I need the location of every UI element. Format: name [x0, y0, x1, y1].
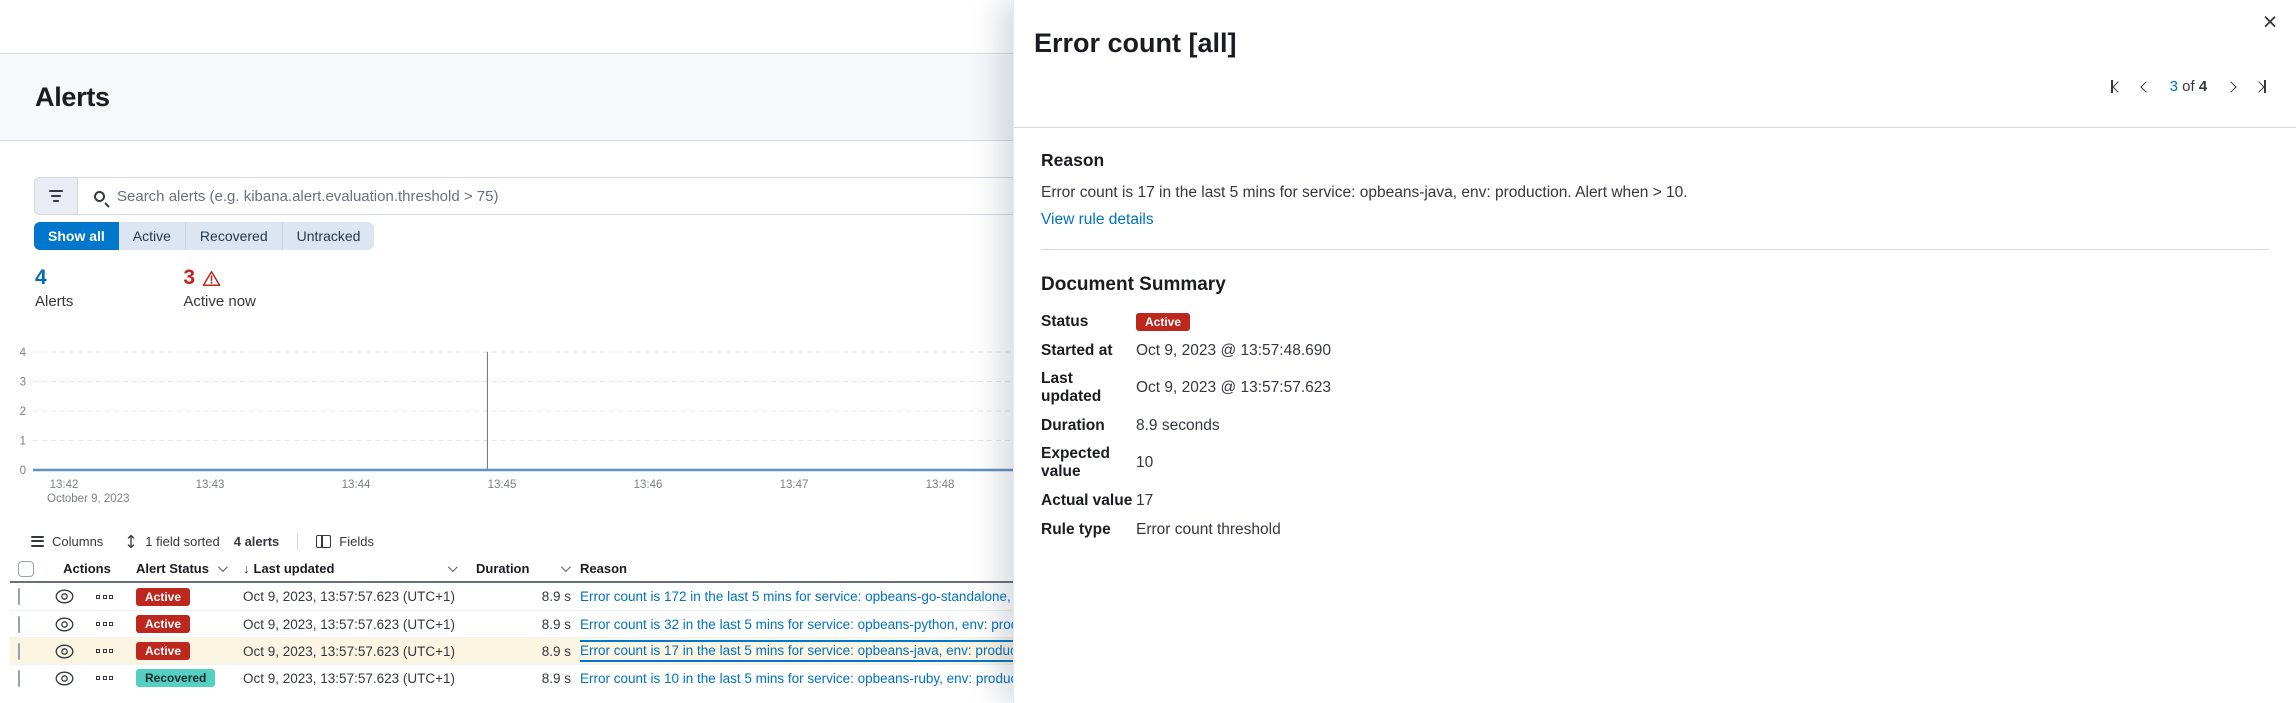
filter-active[interactable]: Active: [119, 222, 186, 250]
svg-text:13:45: 13:45: [488, 479, 517, 491]
svg-text:13:44: 13:44: [342, 479, 371, 491]
field-rule-type: Rule type Error count threshold: [1041, 520, 1331, 539]
search-icon: [94, 191, 105, 202]
last-updated-cell: Oct 9, 2023, 13:57:57.623 (UTC+1): [237, 671, 467, 686]
page-title: Alerts: [35, 82, 110, 113]
status-badge: Active: [1136, 313, 1190, 331]
chevron-down-icon: [448, 562, 458, 572]
warning-icon: [202, 270, 221, 287]
query-filter-button[interactable]: [34, 177, 77, 215]
toolbar-divider: [297, 533, 298, 550]
svg-text:1: 1: [20, 436, 26, 448]
view-alert-eye-icon[interactable]: [55, 589, 74, 604]
row-checkbox[interactable]: [18, 588, 20, 605]
document-summary-heading: Document Summary: [1041, 274, 1226, 296]
columns-icon: [31, 536, 44, 547]
svg-text:13:47: 13:47: [780, 479, 809, 491]
status-badge: Active: [136, 588, 190, 606]
stat-active-now: 3 Active now: [183, 266, 256, 310]
datagrid-toolbar: Columns 1 field sorted 4 alerts Fields: [31, 530, 374, 552]
row-checkbox[interactable]: [18, 670, 20, 687]
view-alert-eye-icon[interactable]: [55, 617, 74, 632]
svg-text:2: 2: [20, 406, 26, 418]
header-alert-status[interactable]: Alert Status: [128, 556, 237, 581]
sort-desc-icon: ↓: [243, 561, 250, 576]
section-divider: [1041, 249, 2269, 250]
field-last-updated: Last updated Oct 9, 2023 @ 13:57:57.623: [1041, 370, 1331, 406]
svg-text:October 9, 2023: October 9, 2023: [47, 493, 129, 505]
row-checkbox[interactable]: [18, 616, 20, 633]
columns-label: Columns: [52, 534, 103, 549]
select-all-checkbox[interactable]: [18, 561, 34, 577]
chevron-down-icon: [218, 562, 228, 572]
last-updated-cell: Oct 9, 2023, 13:57:57.623 (UTC+1): [237, 644, 467, 659]
svg-text:0: 0: [20, 465, 26, 477]
field-started-at: Started at Oct 9, 2023 @ 13:57:48.690: [1041, 341, 1331, 360]
fields-label: Fields: [339, 534, 374, 549]
svg-text:13:46: 13:46: [634, 479, 663, 491]
status-filter-group: Show all Active Recovered Untracked: [34, 222, 374, 250]
view-alert-eye-icon[interactable]: [55, 644, 74, 659]
close-icon[interactable]: ×: [2256, 8, 2284, 36]
field-duration: Duration 8.9 seconds: [1041, 416, 1331, 435]
svg-text:4: 4: [20, 347, 27, 359]
pagination-status: 3 of 4: [2170, 78, 2208, 95]
svg-text:3: 3: [20, 377, 26, 389]
field-expected-value: Expected value 10: [1041, 445, 1331, 481]
alert-stats: 4 Alerts 3 Active now: [35, 266, 256, 310]
stat-active-value: 3: [183, 266, 256, 290]
flyout-header-divider: [1014, 127, 2296, 128]
alert-count-label: 4 alerts: [234, 534, 280, 549]
duration-cell: 8.9 s: [467, 644, 580, 659]
status-badge: Active: [136, 642, 190, 660]
fields-button[interactable]: Fields: [316, 534, 374, 549]
sort-icon: [125, 534, 137, 549]
stat-alerts-value: 4: [35, 266, 73, 290]
svg-text:13:42: 13:42: [50, 479, 79, 491]
flyout-title: Error count [all]: [1034, 28, 1237, 59]
last-updated-cell: Oct 9, 2023, 13:57:57.623 (UTC+1): [237, 617, 467, 632]
field-actual-value: Actual value 17: [1041, 491, 1331, 510]
sort-fields-button[interactable]: 1 field sorted: [125, 534, 219, 549]
more-actions-icon[interactable]: [96, 595, 113, 599]
sorted-label: 1 field sorted: [145, 534, 219, 549]
header-duration[interactable]: Duration: [467, 556, 580, 581]
stat-alerts: 4 Alerts: [35, 266, 73, 310]
fields-icon: [316, 535, 331, 548]
more-actions-icon[interactable]: [96, 649, 113, 653]
more-actions-icon[interactable]: [96, 676, 113, 680]
previous-page-button[interactable]: [2142, 83, 2150, 91]
columns-button[interactable]: Columns: [31, 534, 103, 549]
first-page-button[interactable]: [2111, 80, 2122, 93]
status-badge: Active: [136, 615, 190, 633]
duration-cell: 8.9 s: [467, 589, 580, 604]
next-page-button[interactable]: [2227, 83, 2235, 91]
last-page-button[interactable]: [2255, 80, 2266, 93]
header-actions: Actions: [46, 556, 128, 581]
status-badge: Recovered: [136, 669, 215, 687]
filter-untracked[interactable]: Untracked: [283, 222, 375, 250]
duration-cell: 8.9 s: [467, 617, 580, 632]
more-actions-icon[interactable]: [96, 622, 113, 626]
filter-icon: [49, 190, 63, 202]
last-updated-cell: Oct 9, 2023, 13:57:57.623 (UTC+1): [237, 589, 467, 604]
svg-text:13:43: 13:43: [196, 479, 225, 491]
view-alert-eye-icon[interactable]: [55, 671, 74, 686]
stat-alerts-label: Alerts: [35, 293, 73, 310]
field-status: Status Active: [1041, 312, 1331, 331]
document-summary-fields: Status Active Started at Oct 9, 2023 @ 1…: [1041, 312, 1331, 549]
chevron-down-icon: [561, 562, 571, 572]
reason-heading: Reason: [1041, 150, 1104, 171]
alert-pagination: 3 of 4: [2111, 78, 2266, 95]
reason-text: Error count is 17 in the last 5 mins for…: [1041, 184, 1688, 202]
filter-recovered[interactable]: Recovered: [186, 222, 283, 250]
alert-details-flyout: Error count [all] × 3 of 4 Reason Error …: [1013, 0, 2296, 703]
header-last-updated[interactable]: ↓ Last updated: [237, 556, 467, 581]
row-checkbox[interactable]: [18, 643, 20, 660]
filter-show-all[interactable]: Show all: [34, 222, 119, 250]
stat-active-label: Active now: [183, 293, 256, 310]
svg-text:13:48: 13:48: [926, 479, 955, 491]
duration-cell: 8.9 s: [467, 671, 580, 686]
view-rule-details-link[interactable]: View rule details: [1041, 211, 1154, 229]
